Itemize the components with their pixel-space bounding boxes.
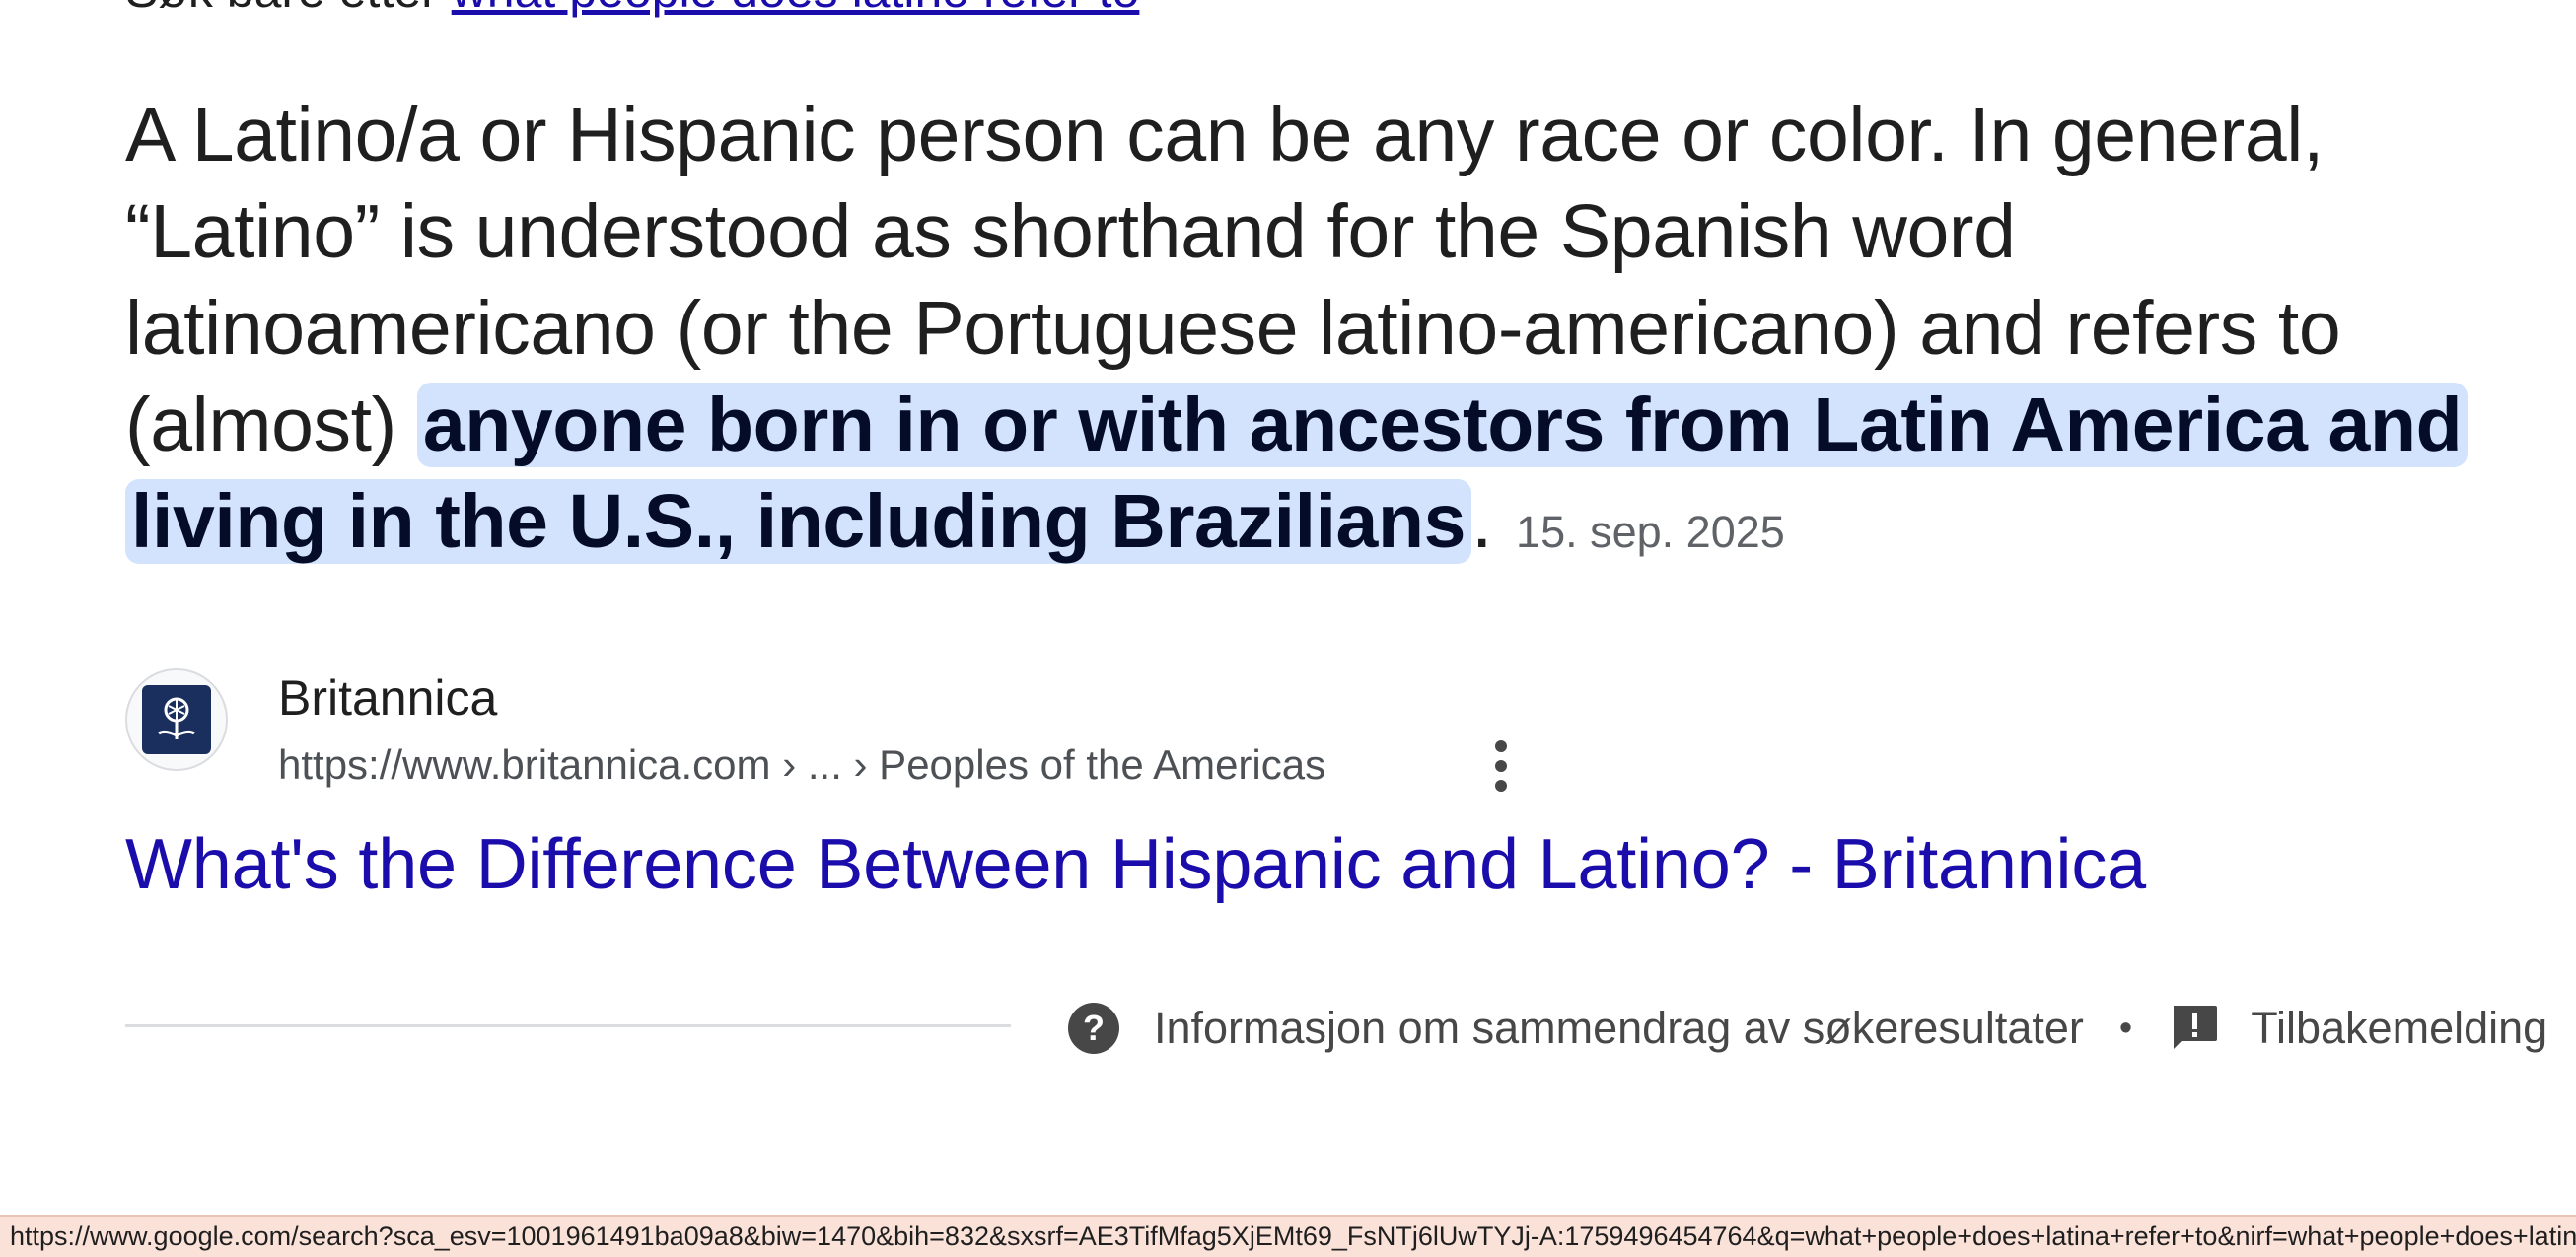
divider bbox=[125, 1024, 1011, 1027]
source-block: Britannica https://www.britannica.com › … bbox=[125, 668, 1555, 792]
more-vert-icon[interactable] bbox=[1471, 732, 1531, 801]
footer-row: ? Informasjon om sammendrag av søkeresul… bbox=[1067, 996, 2547, 1061]
search-only-for-link[interactable]: what people does latino refer to bbox=[452, 0, 1140, 18]
result-title-link[interactable]: What's the Difference Between Hispanic a… bbox=[125, 820, 2146, 909]
source-name[interactable]: Britannica bbox=[278, 668, 497, 728]
answer-date: 15. sep. 2025 bbox=[1516, 507, 1785, 557]
search-only-for-row: Søk bare etter what people does latino r… bbox=[125, 0, 1139, 20]
help-circle-icon[interactable]: ? bbox=[1067, 1002, 1120, 1055]
source-url[interactable]: https://www.britannica.com › ... › Peopl… bbox=[278, 739, 1325, 791]
feedback-icon[interactable] bbox=[2168, 1002, 2221, 1055]
search-only-for-label: Søk bare etter bbox=[125, 0, 438, 18]
ai-overview-answer: A Latino/a or Hispanic person can be any… bbox=[125, 87, 2541, 581]
info-about-results-link[interactable]: Informasjon om sammendrag av søkeresulta… bbox=[1154, 1003, 2084, 1054]
feedback-link[interactable]: Tilbakemelding bbox=[2251, 1003, 2547, 1054]
separator-dot: • bbox=[2118, 1007, 2133, 1049]
answer-text-end: . bbox=[1471, 479, 1493, 564]
status-bar-url: https://www.google.com/search?sca_esv=10… bbox=[0, 1215, 2576, 1257]
answer-highlight: anyone born in or with ancestors from La… bbox=[125, 383, 2469, 564]
svg-text:?: ? bbox=[1083, 1008, 1105, 1048]
britannica-thistle-icon[interactable] bbox=[125, 668, 228, 771]
search-results-page: Søk bare etter what people does latino r… bbox=[0, 0, 2576, 1257]
